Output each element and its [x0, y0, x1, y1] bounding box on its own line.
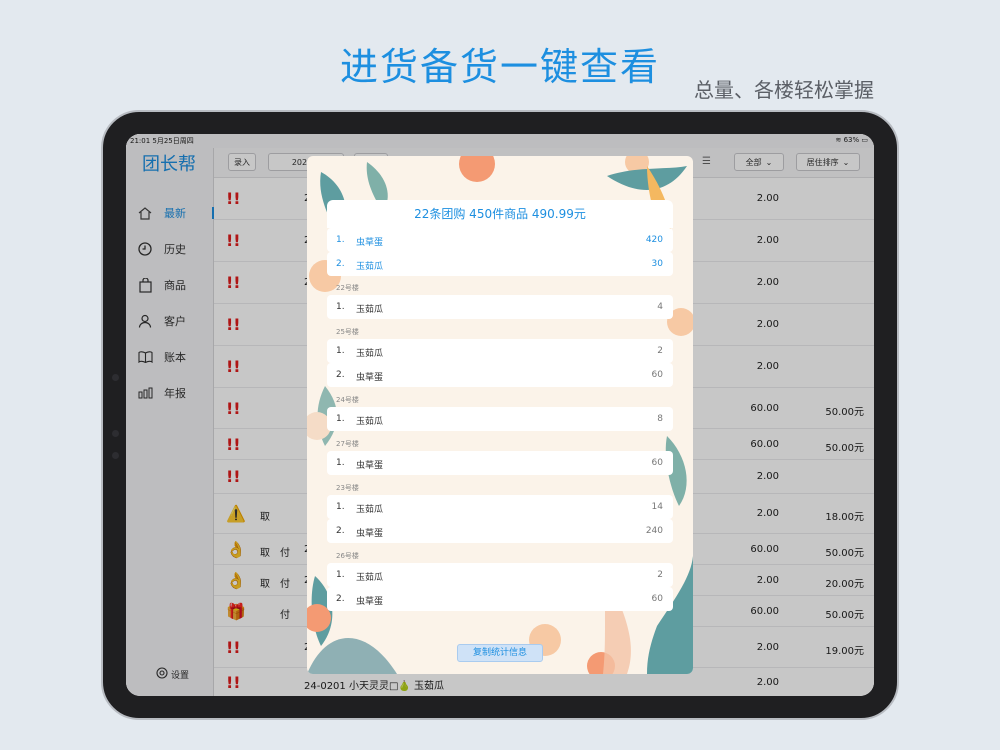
- item-qty: 420: [645, 235, 663, 245]
- building-label: 22号楼: [336, 284, 359, 292]
- item-qty: 60: [651, 458, 663, 468]
- item-index: 2.: [336, 259, 345, 269]
- copy-stats-button[interactable]: 复制统计信息: [457, 644, 543, 662]
- item-name: 玉茹瓜: [356, 305, 384, 315]
- item-name: 虫草蛋: [356, 461, 384, 471]
- item-index: 2.: [336, 594, 345, 604]
- item-name: 玉茹瓜: [356, 349, 384, 359]
- item-name: 玉茹瓜: [356, 505, 384, 515]
- building-label: 27号楼: [336, 440, 359, 448]
- stats-item-row: 1. 虫草蛋 60: [327, 451, 673, 475]
- item-name: 虫草蛋: [356, 238, 384, 248]
- building-label: 26号楼: [336, 552, 359, 560]
- item-qty: 14: [651, 502, 663, 512]
- item-qty: 2: [657, 570, 663, 580]
- item-index: 2.: [336, 370, 345, 380]
- building-label: 25号楼: [336, 328, 359, 336]
- item-qty: 4: [657, 302, 663, 312]
- item-name: 虫草蛋: [356, 597, 384, 607]
- item-index: 1.: [336, 235, 345, 245]
- building-label: 23号楼: [336, 484, 359, 492]
- item-qty: 60: [651, 370, 663, 380]
- stats-summary: 22条团购 450件商品 490.99元: [327, 200, 673, 228]
- promo-subline: 总量、各楼轻松掌握: [694, 78, 874, 102]
- item-index: 1.: [336, 414, 345, 424]
- item-name: 虫草蛋: [356, 373, 384, 383]
- stats-modal: 22条团购 450件商品 490.99元 1. 虫草蛋 420 2. 玉茹瓜 30 22号楼…: [307, 156, 693, 674]
- building-label: 24号楼: [336, 396, 359, 404]
- item-qty: 240: [645, 526, 663, 536]
- camera-dot: [112, 452, 119, 459]
- item-name: 玉茹瓜: [356, 262, 384, 272]
- item-index: 1.: [336, 346, 345, 356]
- item-index: 2.: [336, 526, 345, 536]
- stats-item-row: 1. 玉茹瓜 14: [327, 495, 673, 519]
- camera-dot: [112, 430, 119, 437]
- stats-item-row: 1. 虫草蛋 420: [327, 228, 673, 252]
- stats-item-row: 2. 玉茹瓜 30: [327, 252, 673, 276]
- stats-item-row: 1. 玉茹瓜 4: [327, 295, 673, 319]
- item-qty: 60: [651, 594, 663, 604]
- item-name: 玉茹瓜: [356, 417, 384, 427]
- item-qty: 30: [651, 259, 663, 269]
- stats-item-row: 2. 虫草蛋 240: [327, 519, 673, 543]
- item-qty: 8: [657, 414, 663, 424]
- item-name: 虫草蛋: [356, 529, 384, 539]
- stats-item-row: 2. 虫草蛋 60: [327, 587, 673, 611]
- item-name: 玉茹瓜: [356, 573, 384, 583]
- item-index: 1.: [336, 458, 345, 468]
- item-index: 1.: [336, 302, 345, 312]
- stats-item-row: 1. 玉茹瓜 2: [327, 339, 673, 363]
- stats-item-row: 1. 玉茹瓜 8: [327, 407, 673, 431]
- item-index: 1.: [336, 502, 345, 512]
- stats-item-row: 1. 玉茹瓜 2: [327, 563, 673, 587]
- item-index: 1.: [336, 570, 345, 580]
- stats-item-row: 2. 虫草蛋 60: [327, 363, 673, 387]
- camera-dot: [112, 374, 119, 381]
- item-qty: 2: [657, 346, 663, 356]
